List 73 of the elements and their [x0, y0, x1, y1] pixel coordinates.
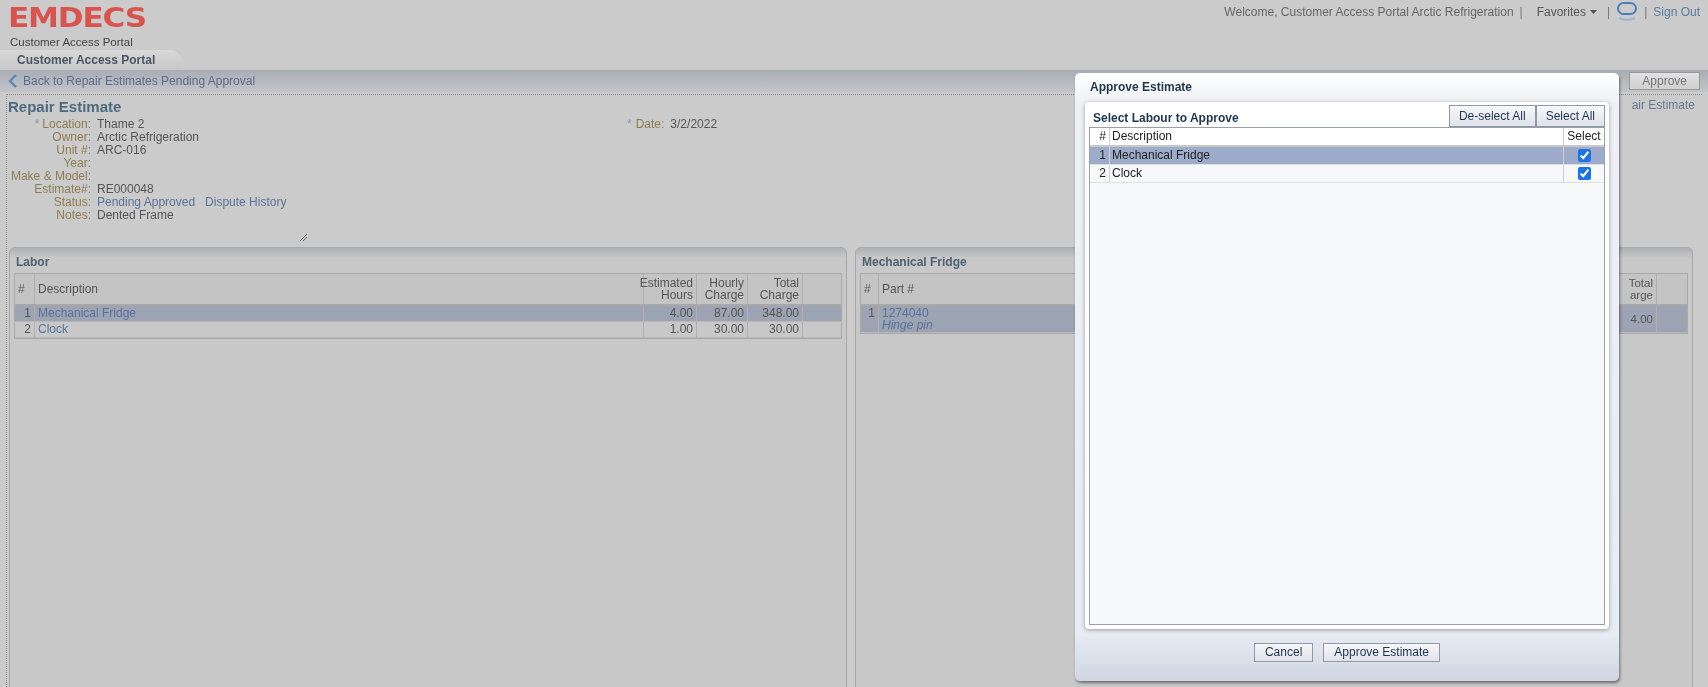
table-cell: 4.00	[644, 306, 697, 321]
table-cell: 348.00	[748, 306, 803, 321]
required-mark: *	[34, 118, 40, 131]
field-label: Estimate#:	[34, 183, 91, 196]
welcome-text: Welcome, Customer Access Portal Arctic Refrigeration	[1224, 5, 1514, 19]
separator: |	[1644, 5, 1648, 19]
app-subtitle: Customer Access Portal	[9, 36, 133, 48]
portal-tab[interactable]: Customer Access Portal	[0, 50, 184, 70]
section-title: Select Labour to Approve	[1092, 111, 1240, 127]
field-label: Date:	[635, 118, 665, 133]
table-cell[interactable]: Clock	[1110, 165, 1564, 182]
field-value: Thame 2	[97, 118, 145, 131]
estimate-link[interactable]: air Estimate	[1631, 95, 1702, 112]
field-value: 3/2/2022	[670, 118, 718, 133]
status-link[interactable]: Pending Approved	[97, 196, 196, 209]
table-row[interactable]: 2 Clock 1.00 30.00 30.00	[15, 322, 841, 338]
selection-button[interactable]: Select All	[1535, 105, 1605, 127]
table-row[interactable]: 1 Mechanical Fridge 4.00 87.00 348.00	[15, 306, 841, 322]
dialog-button[interactable]: Approve Estimate	[1323, 643, 1441, 662]
separator: |	[1607, 5, 1611, 19]
field-value: RE000048	[97, 183, 154, 196]
column-header: arge	[1629, 289, 1653, 301]
field-label: Status:	[53, 196, 91, 209]
table-cell: 2	[1090, 165, 1110, 182]
column-header: Description	[1110, 128, 1564, 145]
part-note: Hinge pin	[882, 319, 934, 331]
column-header: Total	[1628, 277, 1653, 289]
part-number: 1274040	[882, 307, 930, 319]
column-header: #	[861, 274, 879, 304]
approve-button[interactable]: Approve	[1629, 72, 1700, 90]
field-label: Year:	[63, 157, 91, 170]
field-value: Arctic Refrigeration	[97, 131, 200, 144]
table-cell: 30.00	[748, 322, 803, 337]
table-cell: 30.00	[697, 322, 748, 337]
dialog-title: Approve Estimate	[1089, 79, 1194, 96]
column-header: Total Charge	[748, 274, 803, 304]
table-cell: 1	[861, 306, 879, 332]
select-checkbox[interactable]	[1577, 149, 1591, 162]
table-cell: Mechanical Fridge	[35, 306, 644, 321]
required-mark: *	[627, 118, 632, 133]
status-link[interactable]: Dispute History	[205, 196, 287, 209]
logo: EMDECS	[8, 4, 146, 31]
field-label: Make & Model:	[10, 170, 91, 183]
table-cell[interactable]: Mechanical Fridge	[1110, 147, 1564, 164]
column-header: Select	[1566, 128, 1602, 145]
field-label: Notes:	[56, 209, 91, 222]
resize-grip-icon[interactable]	[299, 233, 307, 241]
panel-title: Labor	[15, 254, 51, 271]
column-header: #	[1090, 128, 1110, 145]
separator: |	[1519, 5, 1523, 19]
back-link[interactable]: Back to Repair Estimates Pending Approval	[8, 74, 256, 88]
table-cell: 1	[1090, 147, 1110, 164]
field-value: ARC-016	[97, 144, 147, 157]
field-label: Unit #:	[56, 144, 91, 157]
dialog-button[interactable]: Cancel	[1253, 643, 1314, 662]
panel-title: Mechanical Fridge	[861, 254, 968, 271]
favorites-menu[interactable]: Favorites	[1528, 5, 1602, 19]
select-checkbox[interactable]	[1577, 167, 1591, 180]
table-cell: Clock	[35, 322, 644, 337]
sign-out-link[interactable]: Sign Out	[1653, 5, 1700, 19]
estimate-title: Repair Estimate	[7, 97, 122, 115]
table-cell: 2	[15, 322, 35, 337]
user-icon[interactable]	[1616, 2, 1639, 22]
field-label: Owner:	[52, 131, 91, 144]
column-header: #	[15, 274, 35, 304]
column-header: Hourly Charge	[697, 274, 748, 304]
caret-icon	[1590, 10, 1598, 14]
table-cell: 1.00	[644, 322, 697, 337]
selection-button[interactable]: De-select All	[1448, 105, 1536, 127]
table-cell: 87.00	[697, 306, 748, 321]
notes-field[interactable]: Dented Frame	[97, 209, 307, 241]
table-cell: 1	[15, 306, 35, 321]
field-label: Location:	[42, 118, 91, 131]
